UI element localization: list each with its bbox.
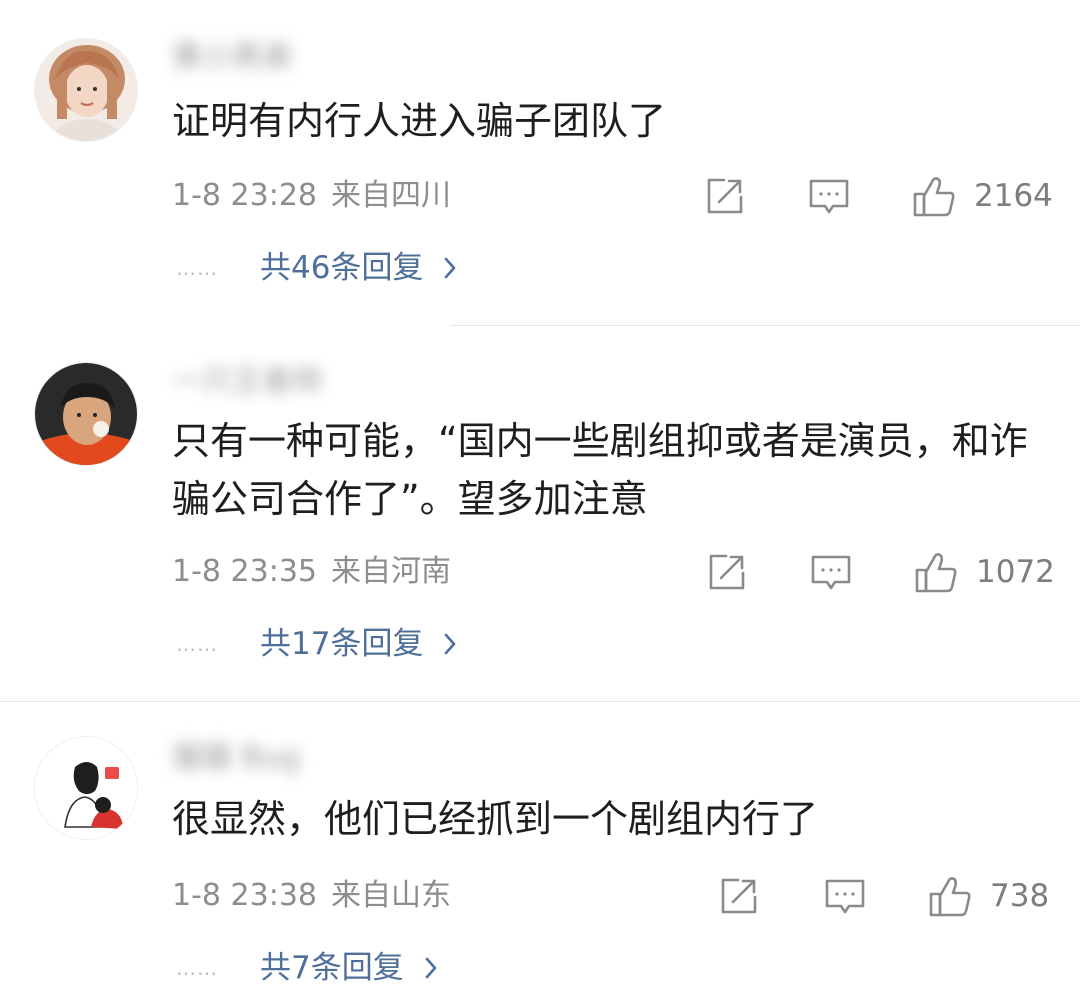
comment-button[interactable] [824, 874, 866, 918]
share-icon [707, 178, 743, 214]
comment-icon [811, 555, 851, 590]
thumbs-up-icon [915, 553, 957, 593]
share-icon [709, 554, 745, 590]
replies-count-label: 共17条回复 [260, 626, 424, 662]
chevron-right-icon [445, 633, 456, 655]
thumbs-up-icon [929, 877, 971, 917]
avatar[interactable] [34, 362, 138, 466]
divider [450, 325, 1080, 326]
share-button[interactable] [718, 874, 760, 918]
replies-count-label: 共46条回复 [260, 250, 424, 286]
replies-link[interactable]: …… 共7条回复 [176, 946, 438, 990]
comment-time: 1-8 23:38 [172, 878, 317, 913]
comment-location: 来自河南 [331, 554, 451, 589]
thumbs-up-icon [913, 177, 955, 217]
comment-text: 很显然，他们已经抓到一个剧组内行了 [172, 797, 819, 841]
like-count: 2164 [974, 178, 1053, 214]
avatar[interactable] [34, 38, 138, 142]
username[interactable]: 黄小燕弟 [172, 40, 292, 76]
comment-text: 证明有内行人进入骗子团队了 [172, 99, 667, 143]
comment-time: 1-8 23:35 [172, 554, 317, 589]
chevron-right-icon [445, 257, 456, 279]
replies-dots: …… [176, 956, 218, 980]
avatar[interactable] [34, 736, 138, 840]
like-button[interactable]: 738 [928, 874, 1049, 918]
replies-dots: …… [176, 256, 218, 280]
comment-meta: 1-8 23:38 来自山东 [172, 876, 451, 916]
comment-item: 黄小燕弟 证明有内行人进入骗子团队了 1-8 23:28 来自四川 2164 ……… [0, 0, 1080, 330]
replies-dots: …… [176, 632, 218, 656]
replies-link[interactable]: …… 共17条回复 [176, 622, 457, 666]
comment-button[interactable] [810, 550, 852, 594]
comment-location: 来自山东 [331, 878, 451, 913]
comment-item: 猫猫 Bug 很显然，他们已经抓到一个剧组内行了 1-8 23:38 来自山东 7… [0, 702, 1080, 995]
like-button[interactable]: 2164 [912, 174, 1053, 218]
chevron-right-icon [425, 957, 437, 979]
username[interactable]: 一只王者帅 [172, 364, 322, 400]
like-count: 738 [990, 878, 1050, 914]
comment-button[interactable] [808, 174, 850, 218]
comment-location: 来自四川 [331, 178, 451, 213]
comment-time: 1-8 23:28 [172, 178, 317, 213]
username[interactable]: 猫猫 Bug [172, 740, 300, 776]
share-button[interactable] [706, 550, 748, 594]
replies-count-label: 共7条回复 [260, 950, 404, 986]
like-button[interactable]: 1072 [914, 550, 1055, 594]
like-count: 1072 [976, 554, 1055, 590]
comment-icon [809, 179, 849, 214]
comment-meta: 1-8 23:35 来自河南 [172, 552, 451, 592]
comment-item: 一只王者帅 只有一种可能，“国内一些剧组抑或者是演员，和诈骗公司合作了”。望多加… [0, 330, 1080, 702]
comment-text: 只有一种可能，“国内一些剧组抑或者是演员，和诈骗公司合作了”。望多加注意 [172, 419, 1028, 521]
comment-meta: 1-8 23:28 来自四川 [172, 176, 451, 216]
share-button[interactable] [704, 174, 746, 218]
replies-link[interactable]: …… 共46条回复 [176, 246, 457, 290]
share-icon [721, 878, 757, 914]
comment-icon [825, 879, 865, 914]
